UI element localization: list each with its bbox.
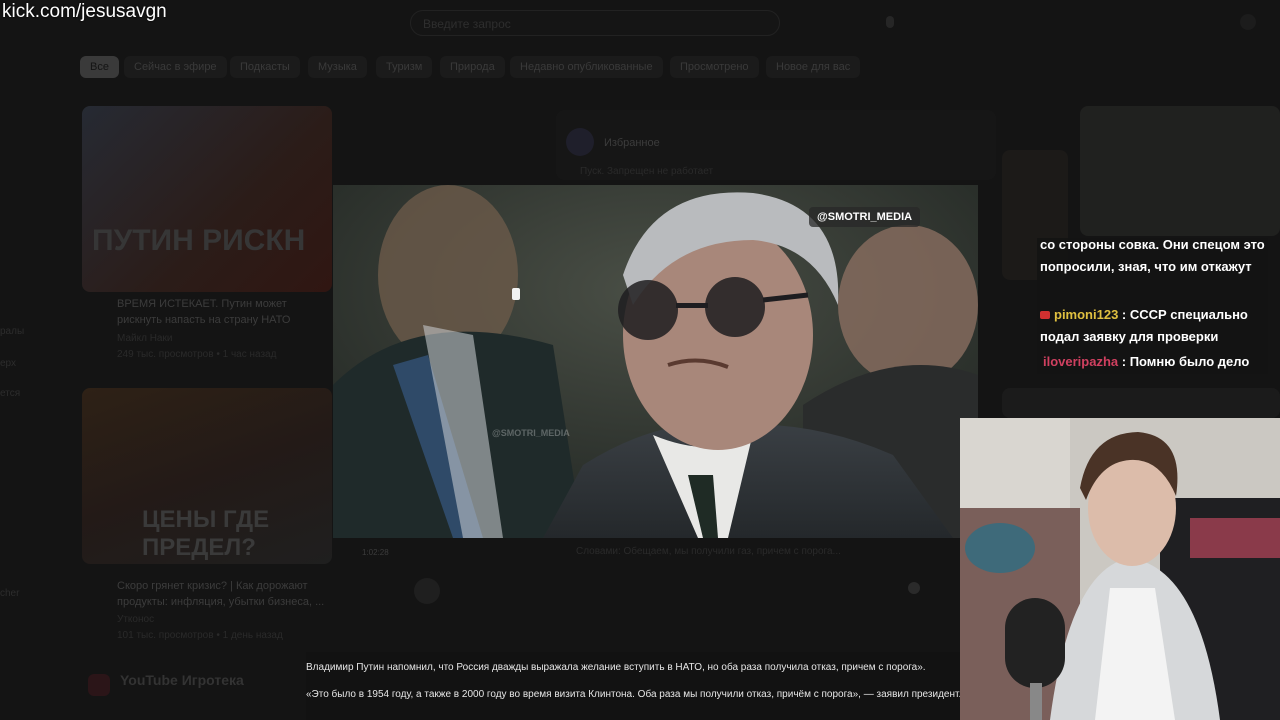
post-author[interactable]: Избранное: [604, 135, 660, 151]
video-duration: 1:02:28: [362, 548, 389, 557]
chat-username: iloveripazha: [1043, 354, 1119, 369]
article-line: Владимир Путин напомнил, что Россия дваж…: [306, 662, 926, 673]
playables-icon: [88, 674, 110, 696]
thumbnail-text: ЦЕНЫ ГДЕ ПРЕДЕЛ?: [142, 506, 270, 561]
video-thumbnail[interactable]: ПУТИН РИСКН: [82, 106, 332, 292]
article-line: «Это было в 1954 году, а также в 2000 го…: [306, 689, 960, 700]
video-title[interactable]: Скоро грянет кризис? | Как дорожают прод…: [117, 578, 349, 610]
mic-icon[interactable]: [886, 16, 894, 28]
channel-name[interactable]: Утконос: [117, 614, 154, 625]
chip-tourism[interactable]: Туризм: [376, 56, 433, 78]
video-thumbnail[interactable]: [1002, 388, 1280, 418]
video-thumbnail[interactable]: [1080, 106, 1280, 236]
playables-heading[interactable]: YouTube Игротека: [120, 672, 244, 688]
chip-all[interactable]: Все: [80, 56, 119, 78]
video-thumbnail[interactable]: ЦЕНЫ ГДЕ ПРЕДЕЛ?: [82, 388, 332, 564]
chat-message: со стороны совка. Они спецом это попроси…: [1040, 234, 1268, 278]
avatar: [414, 578, 440, 604]
sidebar-item[interactable]: ерх: [0, 358, 16, 369]
chat-message: pimoni123 : СССР специально подал заявку…: [1040, 304, 1268, 348]
sidebar-item[interactable]: ется: [0, 388, 20, 399]
sidebar-item[interactable]: ралы: [0, 326, 24, 337]
chip-podcasts[interactable]: Подкасты: [230, 56, 300, 78]
chip-new[interactable]: Новое для вас: [766, 56, 861, 78]
channel-tag: @SMOTRI_MEDIA: [809, 207, 921, 227]
chat-text: : Помню было дело: [1118, 354, 1250, 369]
share-icon[interactable]: [908, 582, 920, 594]
video-frame[interactable]: [333, 185, 978, 538]
video-meta: 249 тыс. просмотров • 1 час назад: [117, 349, 277, 360]
chip-nature[interactable]: Природа: [440, 56, 505, 78]
chat-username: pimoni123: [1054, 307, 1119, 322]
mouse-cursor: [512, 288, 520, 300]
sidebar-item[interactable]: cher: [0, 588, 19, 599]
video-meta: 101 тыс. просмотров • 1 день назад: [117, 630, 283, 641]
thumbnail-text: ПУТИН РИСКН: [92, 224, 306, 257]
chip-recent[interactable]: Недавно опубликованные: [510, 56, 663, 78]
stream-watermark: kick.com/jesusavgn: [2, 1, 167, 22]
chat-badge-icon: [1040, 311, 1050, 319]
avatar: [566, 128, 594, 156]
add-icon[interactable]: [1240, 14, 1256, 30]
channel-name[interactable]: Майкл Наки: [117, 333, 172, 344]
chat-text: со стороны совка. Они спецом это попроси…: [1040, 237, 1265, 274]
search-input[interactable]: Введите запрос: [410, 10, 780, 36]
post-text: Пуск. Запрещен не работает: [580, 166, 714, 177]
chip-watched[interactable]: Просмотрено: [670, 56, 759, 78]
webcam-image: [960, 418, 1280, 720]
webcam-feed: [960, 418, 1280, 720]
chip-music[interactable]: Музыка: [308, 56, 367, 78]
chip-live[interactable]: Сейчас в эфире: [124, 56, 227, 78]
comment-preview: Словами: Обещаем, мы получили газ, приче…: [576, 546, 841, 557]
video-title[interactable]: ВРЕМЯ ИСТЕКАЕТ. Путин может рискнуть нап…: [117, 296, 332, 328]
video-watermark: @SMOTRI_MEDIA: [492, 428, 570, 438]
video-image: [333, 185, 978, 538]
chat-message: iloveripazha : Помню было дело: [1040, 351, 1268, 373]
